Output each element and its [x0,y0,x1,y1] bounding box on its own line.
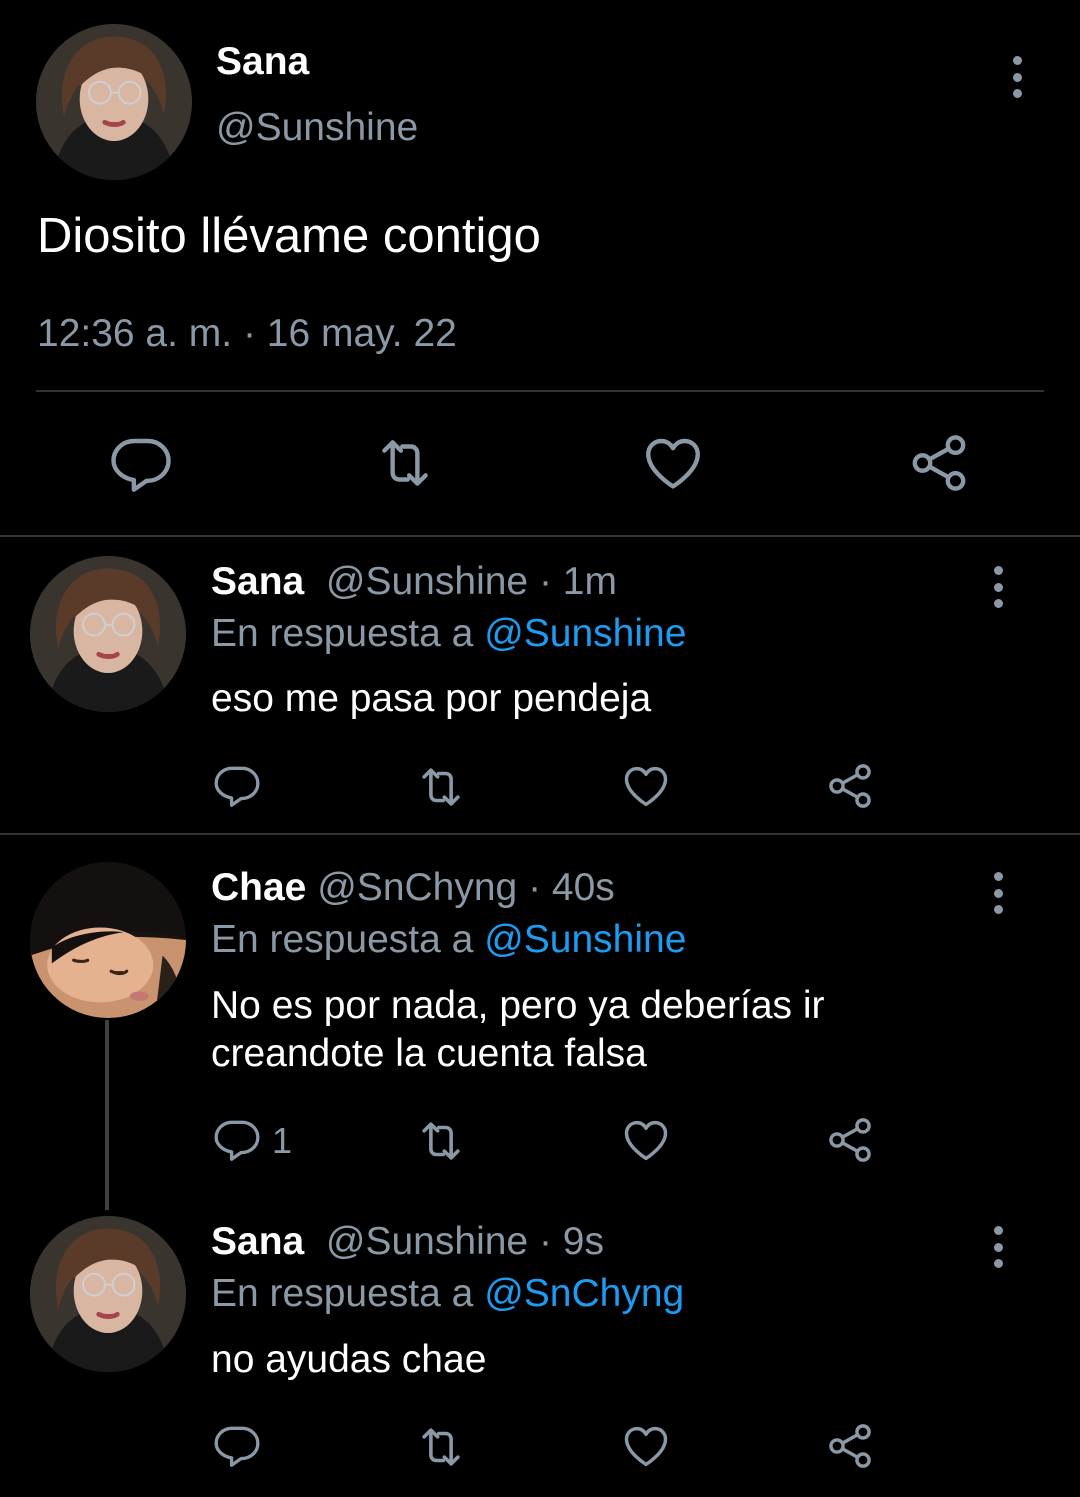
reply-2-text-line-2: creandote la cuenta falsa [211,1032,647,1075]
main-tweet-timestamp[interactable]: 12:36 a. m. · 16 may. 22 [37,312,457,356]
main-reply-icon[interactable] [108,430,174,496]
reply-2-handle-time[interactable]: @SnChyng · 40s [317,866,615,909]
thread-divider [0,535,1080,537]
main-tweet-author-name[interactable]: Sana [216,40,309,84]
reply-3-author-name[interactable]: Sana [211,1220,304,1263]
reply-2-reply-to-link[interactable]: @Sunshine [484,918,686,961]
reply-3-reply-to-link[interactable]: @SnChyng [484,1272,684,1315]
reply-2-share-icon[interactable] [824,1114,876,1166]
reply-3-more-icon[interactable] [983,1222,1013,1272]
reply-3-share-icon[interactable] [824,1420,876,1472]
reply-2-reply-context: En respuesta a @Sunshine [211,918,686,962]
reply-3-reply-icon[interactable] [212,1420,262,1470]
reply-1-header: Sana @Sunshine · 1m [211,560,617,604]
main-retweet-icon[interactable] [372,430,438,496]
reply-2-like-icon[interactable] [620,1114,672,1166]
reply-2-reply-prefix: En respuesta a [211,918,474,961]
reply-2-retweet-icon[interactable] [414,1114,468,1168]
reply-1-share-icon[interactable] [824,760,876,812]
reply-1-text: eso me pasa por pendeja [211,677,652,720]
reply-2-reply-count: 1 [272,1120,293,1161]
main-tweet-separator [36,390,1044,392]
reply-1-more-icon[interactable] [983,562,1013,612]
reply-2-header: Chae @SnChyng · 40s [211,866,615,910]
thread-connector-line [105,1020,109,1210]
reply-1-reply-context: En respuesta a @Sunshine [211,612,686,656]
reply-divider-1 [0,833,1080,835]
main-tweet-author-handle[interactable]: @Sunshine [216,106,418,150]
reply-3-avatar[interactable] [30,1216,186,1372]
reply-2-avatar[interactable] [30,862,186,1018]
main-tweet-avatar[interactable] [36,24,192,180]
reply-1-like-icon[interactable] [620,760,672,812]
main-tweet-text: Diosito llévame contigo [37,209,541,263]
reply-1-avatar[interactable] [30,556,186,712]
main-tweet-more-icon[interactable] [1002,52,1032,102]
reply-3-reply-prefix: En respuesta a [211,1272,474,1315]
reply-3-handle-time[interactable]: @Sunshine · 9s [326,1220,604,1263]
reply-1-reply-to-link[interactable]: @Sunshine [484,612,686,655]
reply-2-more-icon[interactable] [983,868,1013,918]
reply-1-handle-time[interactable]: @Sunshine · 1m [326,560,617,603]
reply-3-text: no ayudas chae [211,1338,487,1381]
reply-3-retweet-icon[interactable] [414,1420,468,1474]
tweet-thread-page: Sana @Sunshine Diosito llévame contigo 1… [0,0,1080,1497]
main-like-icon[interactable] [640,430,706,496]
reply-3-header: Sana @Sunshine · 9s [211,1220,604,1264]
reply-1-reply-prefix: En respuesta a [211,612,474,655]
reply-3-reply-context: En respuesta a @SnChyng [211,1272,684,1316]
reply-1-reply-icon[interactable] [212,760,262,810]
reply-2-reply-icon[interactable] [212,1114,262,1164]
reply-1-retweet-icon[interactable] [414,760,468,814]
main-share-icon[interactable] [906,430,972,496]
reply-2-text-line-1: No es por nada, pero ya deberías ir [211,984,825,1027]
reply-2-author-name[interactable]: Chae [211,866,306,909]
reply-3-like-icon[interactable] [620,1420,672,1472]
reply-1-author-name[interactable]: Sana [211,560,304,603]
